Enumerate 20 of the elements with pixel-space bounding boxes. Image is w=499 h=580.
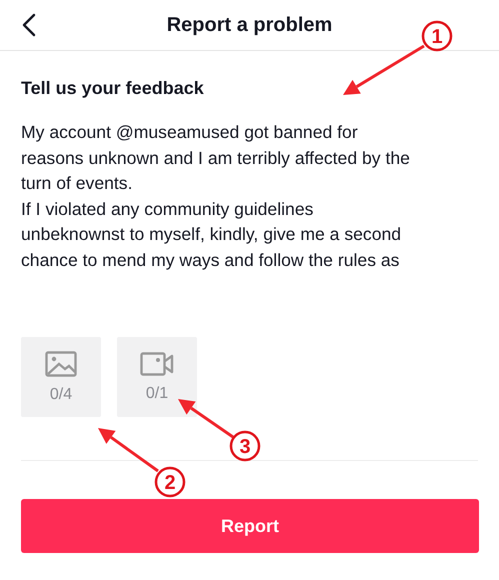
callout-number: 1 xyxy=(431,26,443,48)
callout-circle xyxy=(230,430,260,462)
report-button[interactable]: Report xyxy=(21,499,479,553)
section-label: Tell us your feedback xyxy=(21,77,205,99)
feedback-field[interactable]: My account @museamused got banned for reasons unknown and I am terribly affected by the turn of events. If I violated any community guidelines unbeknownst to myself, kindly, give me a second chance to mend my ways and follow the rules as xyxy=(21,120,478,273)
page-title: Report a problem xyxy=(166,14,332,36)
attachment-count: 0/1 xyxy=(146,384,168,402)
back-button[interactable] xyxy=(22,13,36,37)
attachment-count: 0/4 xyxy=(50,386,72,404)
add-video-button[interactable]: 0/1 xyxy=(117,337,197,417)
back-icon xyxy=(22,13,36,37)
video-camera-icon xyxy=(140,352,174,376)
arrow xyxy=(98,428,159,472)
callout-circle xyxy=(422,20,452,52)
arrow xyxy=(178,399,234,438)
callout-number: 2 xyxy=(164,472,176,494)
add-image-button[interactable]: 0/4 xyxy=(21,337,101,417)
callout-number: 3 xyxy=(239,436,251,458)
image-icon xyxy=(45,350,77,376)
callout-circle xyxy=(154,466,186,498)
